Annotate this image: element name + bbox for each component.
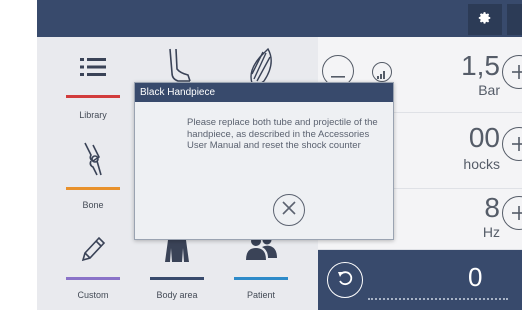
reset-counter-icon [336, 269, 354, 292]
shocks-unit: hocks [463, 156, 500, 172]
shock-counter-value: 0 [468, 262, 483, 292]
bone-accent-bar [66, 187, 120, 190]
list-icon [66, 42, 120, 92]
custom-label: Custom [77, 290, 109, 300]
dialog-close-button[interactable] [273, 194, 305, 226]
patient-accent-bar [234, 277, 288, 280]
signal-level-button[interactable] [372, 62, 392, 82]
library-tile[interactable] [66, 42, 120, 98]
custom-tile[interactable] [66, 224, 120, 280]
pressure-value: 1,5 [461, 50, 500, 81]
minus-icon [331, 60, 345, 82]
counter-dotted-line [368, 298, 508, 300]
dialog-message: Please replace both tube and projectile … [187, 117, 378, 151]
settings-button[interactable] [468, 4, 502, 35]
plus-icon [512, 202, 522, 224]
body-area-accent-bar [150, 277, 204, 280]
knee-joint-icon [66, 134, 120, 184]
dialog-title: Black Handpiece [135, 83, 393, 102]
handpiece-dialog: Black Handpiece Please replace both tube… [134, 82, 394, 240]
frequency-value: 8 [484, 192, 500, 223]
plus-icon [512, 61, 522, 83]
gear-icon [478, 11, 492, 29]
bone-label: Bone [82, 200, 104, 210]
top-bar-divider [507, 4, 522, 35]
library-label: Library [79, 110, 107, 120]
pencil-icon [66, 224, 120, 274]
shocks-value: 00 [468, 122, 500, 153]
frequency-unit: Hz [482, 224, 500, 240]
body-area-label: Body area [156, 290, 198, 300]
app-screen: Library Bone Custom Body area Patient 1,… [0, 0, 522, 310]
reset-counter-button[interactable] [327, 262, 363, 298]
top-bar [37, 0, 522, 37]
pressure-unit: Bar [478, 82, 500, 98]
patient-label: Patient [246, 290, 276, 300]
custom-accent-bar [66, 277, 120, 280]
bone-tile[interactable] [66, 134, 120, 190]
library-accent-bar [66, 95, 120, 98]
plus-icon [512, 133, 522, 155]
close-icon [282, 200, 296, 220]
signal-bars-icon [377, 61, 387, 83]
